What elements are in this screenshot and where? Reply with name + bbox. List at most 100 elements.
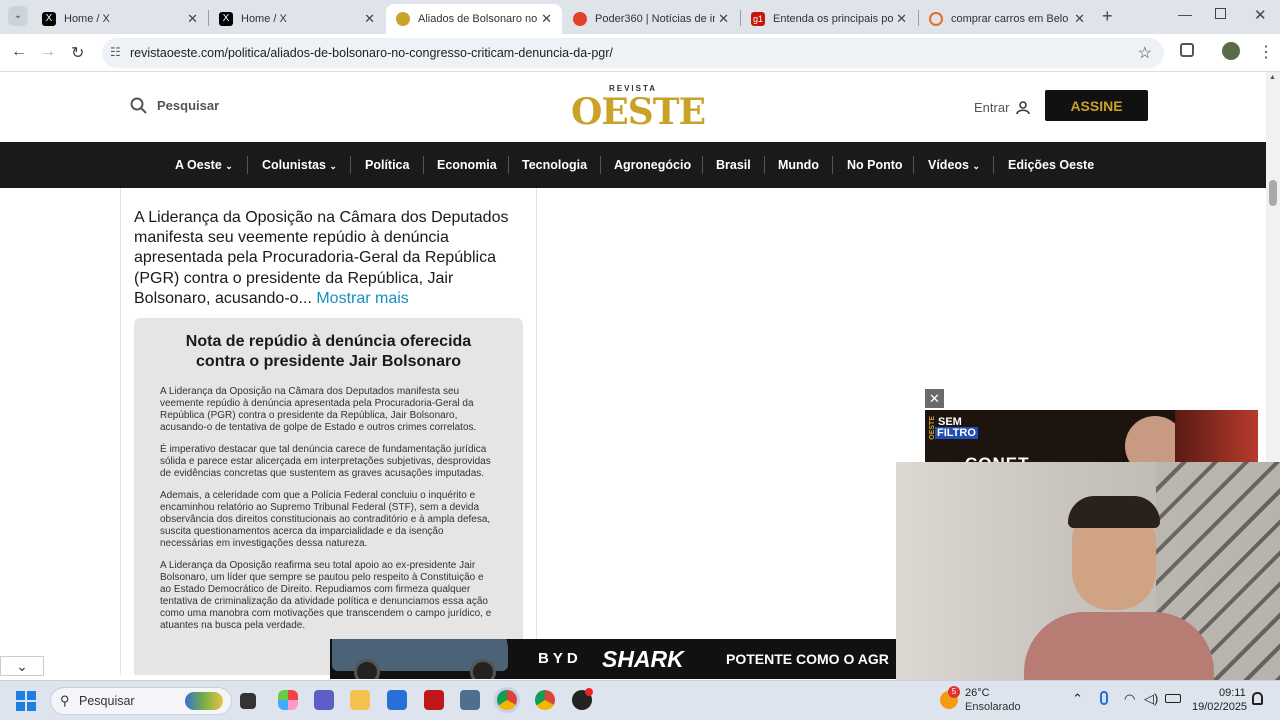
weather-temp: 26°C: [965, 687, 990, 699]
volume-icon[interactable]: ◁): [1144, 691, 1158, 707]
tab-title: comprar carros em Belo H: [951, 13, 1071, 25]
nav-videos[interactable]: Vídeos ⌄: [928, 158, 980, 172]
weather-widget[interactable]: 5 26°C Ensolarado: [940, 686, 1030, 715]
close-icon[interactable]: ✕: [1074, 11, 1085, 27]
tray-chevron-up-icon[interactable]: ⌃: [1072, 691, 1083, 707]
task-view-icon[interactable]: [240, 693, 256, 709]
wifi-icon[interactable]: ◠: [1124, 691, 1135, 707]
windows-taskbar: ⚲ Pesquisar 5 26°C Ensolarado ⌃ ◠ ◁) 09:…: [0, 680, 1280, 720]
nav-mundo[interactable]: Mundo: [778, 158, 819, 172]
notifications-icon[interactable]: [1252, 692, 1263, 705]
taskbar-search-label: Pesquisar: [79, 694, 135, 708]
clock-date[interactable]: 19/02/2025: [1192, 701, 1247, 713]
nav-edicoes-oeste[interactable]: Edições Oeste: [1008, 158, 1094, 172]
window-close-icon[interactable]: ✕: [1254, 6, 1267, 24]
person-shirt: [1024, 612, 1214, 680]
battery-icon[interactable]: [1165, 694, 1181, 703]
windows-start-icon[interactable]: [16, 691, 36, 711]
reload-icon[interactable]: ↻: [71, 43, 84, 63]
menu-kebab-icon[interactable]: ⋮: [1258, 42, 1274, 62]
tab-title: Aliados de Bolsonaro no C: [418, 13, 538, 25]
chevron-down-icon[interactable]: ⌄: [0, 656, 44, 676]
person-hair: [1068, 496, 1160, 528]
bookmark-star-icon[interactable]: ☆: [1138, 43, 1152, 63]
nav-a-oeste[interactable]: A Oeste ⌄: [175, 158, 233, 172]
video-ad-banner[interactable]: OESTE SEM FILTRO CONET: [925, 410, 1258, 470]
site-search[interactable]: Pesquisar: [130, 97, 219, 114]
tab-0[interactable]: X Home / X ✕: [32, 4, 208, 34]
wheel-icon: [470, 659, 496, 679]
chrome-icon[interactable]: [535, 690, 555, 710]
close-icon[interactable]: ✕: [896, 11, 907, 27]
store-icon[interactable]: [387, 690, 407, 710]
tab-2-active[interactable]: Aliados de Bolsonaro no C ✕: [386, 4, 562, 34]
copilot-icon[interactable]: [278, 690, 298, 710]
tab-title: Home / X: [64, 13, 110, 25]
back-icon[interactable]: ←: [11, 43, 27, 61]
nav-economia[interactable]: Economia: [437, 158, 497, 172]
post-lead: A Liderança da Oposição na Câmara dos De…: [134, 208, 526, 309]
profile-avatar[interactable]: [1222, 42, 1240, 60]
tab-5[interactable]: comprar carros em Belo H ✕: [919, 4, 1095, 34]
search-highlight-icon: [185, 692, 223, 710]
bottom-ad-banner[interactable]: dayHow BYD SHARK POTENTE COMO O AGR: [330, 639, 896, 679]
close-icon[interactable]: ✕: [541, 11, 552, 27]
extensions-icon[interactable]: [1180, 43, 1194, 57]
notification-dot: [585, 688, 593, 696]
search-icon: [130, 97, 147, 114]
nav-colunistas[interactable]: Colunistas ⌄: [262, 158, 337, 172]
subscribe-button[interactable]: ASSINE: [1045, 90, 1148, 121]
weather-badge: 5: [948, 686, 960, 698]
browser-tab-bar: ⌄ X Home / X ✕ X Home / X ✕ Aliados de B…: [0, 0, 1280, 34]
nav-agronegocio[interactable]: Agronegócio: [614, 158, 691, 172]
x-logo-icon: X: [219, 12, 233, 26]
login-label: Entrar: [974, 100, 1010, 115]
tab-3[interactable]: Poder360 | Notícias de inte ✕: [563, 4, 739, 34]
chevron-down-icon: ⌄: [225, 161, 233, 171]
tab-4[interactable]: g1 Entenda os principais pont ✕: [741, 4, 917, 34]
ad-slogan: POTENTE COMO O AGR: [726, 651, 889, 667]
show-more-link[interactable]: Mostrar mais: [316, 290, 408, 307]
search-label: Pesquisar: [157, 98, 220, 113]
clock-time[interactable]: 09:11: [1219, 687, 1246, 699]
shark-logo: SHARK: [602, 646, 684, 672]
site-header: Pesquisar REVISTA OESTE Entrar ASSINE: [0, 72, 1266, 142]
new-tab-button[interactable]: +: [1102, 6, 1113, 27]
site-logo[interactable]: REVISTA OESTE: [571, 84, 706, 133]
ad-photo-red: [1175, 410, 1258, 470]
nav-politica[interactable]: Política: [365, 158, 409, 172]
close-icon[interactable]: ✕: [364, 11, 375, 27]
site-info-icon[interactable]: ☷: [110, 45, 121, 59]
url-input[interactable]: ☷ revistaoeste.com/politica/aliados-de-b…: [102, 38, 1164, 68]
weather-desc: Ensolarado: [965, 701, 1021, 713]
nav-no-ponto[interactable]: No Ponto: [847, 158, 903, 172]
nav-brasil[interactable]: Brasil: [716, 158, 751, 172]
wheel-icon: [354, 659, 380, 679]
microphone-icon[interactable]: [1100, 691, 1108, 705]
calculator-icon[interactable]: [460, 690, 480, 710]
statement-paragraph: Ademais, a celeridade com que a Polícia …: [160, 490, 491, 549]
tab-search-icon[interactable]: ⌄: [8, 6, 28, 26]
chrome-icon[interactable]: [497, 690, 517, 710]
chevron-down-icon: ⌄: [329, 161, 337, 171]
login-link[interactable]: Entrar: [974, 100, 1031, 115]
mcafee-icon[interactable]: [424, 690, 444, 710]
teams-icon[interactable]: [314, 690, 334, 710]
file-explorer-icon[interactable]: [350, 690, 370, 710]
search-icon: ⚲: [60, 693, 70, 708]
statement-image: Nota de repúdio à denúncia oferecida con…: [134, 318, 523, 675]
scrollbar-thumb[interactable]: [1269, 180, 1277, 206]
minimize-icon[interactable]: —: [1178, 6, 1192, 22]
tab-1[interactable]: X Home / X ✕: [209, 4, 385, 34]
ad-tag-2: FILTRO: [935, 427, 978, 439]
forward-icon[interactable]: →: [40, 43, 56, 61]
taskbar-search[interactable]: ⚲ Pesquisar: [50, 687, 232, 715]
tab-title: Entenda os principais pont: [773, 13, 893, 25]
logo-main-text: OESTE: [571, 91, 706, 133]
nav-tecnologia[interactable]: Tecnologia: [522, 158, 587, 172]
scroll-up-icon[interactable]: ▲: [1269, 74, 1276, 81]
close-icon[interactable]: ✕: [187, 11, 198, 27]
restore-icon[interactable]: [1215, 8, 1226, 19]
ad-close-button[interactable]: ✕: [925, 389, 944, 408]
close-icon[interactable]: ✕: [718, 11, 729, 27]
